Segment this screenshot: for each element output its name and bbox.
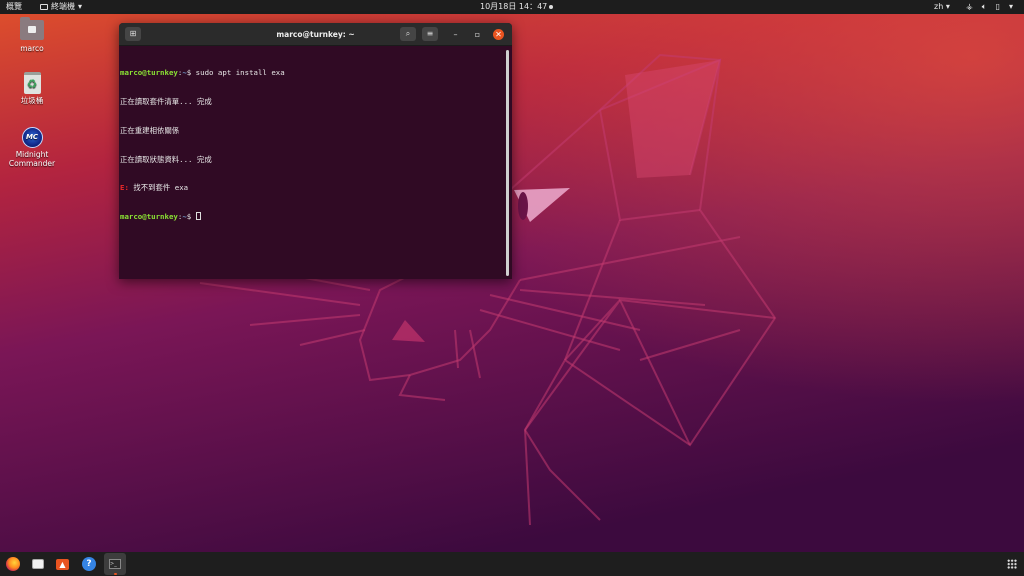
help-icon: ? [82, 557, 96, 571]
input-language-menu[interactable]: zh ▾ [934, 0, 950, 14]
home-folder-icon [20, 17, 44, 40]
top-bar: 概覽 終端機 ▾ 10月18日 14：47 zh ▾ ⚶ 🔈︎ ▯ ▾ [0, 0, 1024, 14]
close-button[interactable]: ✕ [493, 29, 504, 40]
hamburger-icon: ≡ [426, 29, 434, 38]
close-icon: ✕ [495, 30, 502, 39]
terminal-line: 正在讀取套件清單... 完成 [120, 96, 212, 106]
notification-dot-icon [549, 5, 553, 9]
dock-item-software[interactable]: ▲ [54, 555, 72, 573]
terminal-line: marco@turnkey:~$ [120, 212, 505, 222]
desktop-icon-trash[interactable]: ♻ 垃圾桶 [2, 72, 62, 105]
power-menu-icon: ▾ [1009, 2, 1014, 11]
dock-item-firefox[interactable] [4, 555, 22, 573]
prompt-symbol: $ [186, 68, 196, 78]
terminal-app-icon [40, 4, 48, 10]
hamburger-menu-button[interactable]: ≡ [422, 27, 438, 41]
chevron-down-icon: ▾ [78, 2, 83, 11]
terminal-line: 正在重建相依關係 [120, 125, 180, 135]
show-applications-button[interactable] [1003, 555, 1021, 573]
command-text: sudo apt install exa [195, 68, 285, 78]
prompt-user: marco@turnkey [120, 68, 178, 78]
files-icon [32, 559, 44, 569]
terminal-window[interactable]: ⊞ marco@turnkey: ~ ⌕ ≡ – ▫ ✕ marco@turnk… [119, 23, 512, 279]
dock-item-help[interactable]: ? [80, 555, 98, 573]
maximize-icon: ▫ [474, 30, 481, 39]
prompt-symbol: $ [186, 212, 196, 222]
battery-icon: ▯ [995, 2, 1001, 11]
search-button[interactable]: ⌕ [400, 27, 416, 41]
terminal-icon: >_ [109, 559, 121, 569]
trash-icon: ♻ [23, 72, 41, 94]
terminal-scrollbar[interactable] [506, 50, 509, 276]
dock-item-files[interactable] [29, 555, 47, 573]
volume-icon: 🔈︎ [981, 2, 987, 11]
minimize-icon: – [453, 30, 458, 39]
dock-item-terminal[interactable]: >_ [104, 553, 126, 575]
app-grid-icon [1007, 559, 1017, 569]
system-tray[interactable]: ⚶ 🔈︎ ▯ ▾ [966, 0, 1013, 14]
dock: ▲ ? >_ [0, 552, 1024, 576]
error-message: 找不到套件 exa [128, 183, 189, 193]
midnight-commander-icon: MC [21, 127, 43, 148]
search-icon: ⌕ [405, 29, 411, 38]
desktop-icon-label: Midnight Commander [8, 150, 56, 168]
firefox-icon [6, 557, 20, 571]
terminal-line: E: 找不到套件 exa [120, 183, 505, 193]
network-icon: ⚶ [966, 2, 973, 11]
minimize-button[interactable]: – [450, 29, 461, 40]
app-menu[interactable]: 終端機 ▾ [40, 0, 82, 14]
error-tag: E: [120, 183, 129, 193]
clock[interactable]: 10月18日 14：47 [480, 0, 547, 14]
running-indicator [114, 573, 117, 575]
terminal-line: marco@turnkey:~$ sudo apt install exa [120, 68, 505, 78]
terminal-header-bar[interactable]: ⊞ marco@turnkey: ~ ⌕ ≡ – ▫ ✕ [119, 23, 512, 46]
terminal-line: 正在讀取狀態資料... 完成 [120, 154, 212, 164]
desktop-icon-label: marco [20, 44, 44, 53]
app-menu-label: 終端機 [51, 2, 75, 11]
software-store-icon: ▲ [56, 559, 69, 570]
activities-button[interactable]: 概覽 [6, 0, 22, 14]
text-cursor [195, 212, 201, 221]
desktop-icon-midnight-commander[interactable]: MC Midnight Commander [2, 127, 62, 168]
terminal-output[interactable]: marco@turnkey:~$ sudo apt install exa 正在… [120, 49, 505, 277]
prompt-user: marco@turnkey [120, 212, 178, 222]
desktop-icon-label: 垃圾桶 [20, 96, 44, 105]
maximize-button[interactable]: ▫ [472, 29, 483, 40]
desktop-icon-home[interactable]: marco [2, 17, 62, 53]
